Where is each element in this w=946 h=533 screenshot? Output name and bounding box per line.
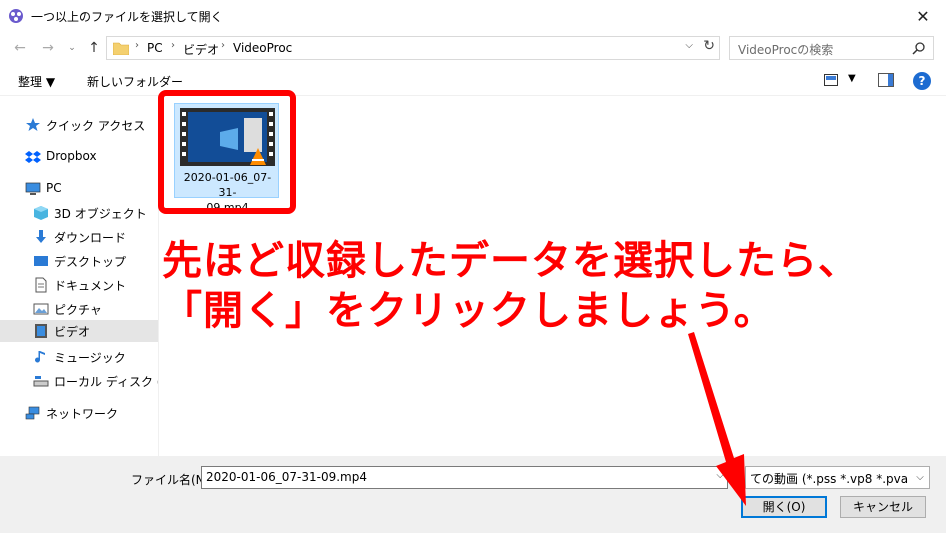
filename-value: 2020-01-06_07-31-09.mp4 bbox=[206, 470, 367, 484]
nav-item-pc[interactable]: PC bbox=[0, 178, 158, 200]
nav-label: ミュージック bbox=[54, 351, 126, 365]
app-icon bbox=[9, 9, 23, 23]
disk-icon bbox=[33, 376, 49, 387]
search-input[interactable]: VideoProcの検索 bbox=[729, 36, 934, 60]
chevron-right-icon[interactable]: › bbox=[171, 40, 175, 51]
chevron-right-icon[interactable]: › bbox=[221, 40, 225, 51]
nav-item-music[interactable]: ミュージック bbox=[0, 346, 158, 368]
nav-label: Dropbox bbox=[46, 149, 97, 163]
nav-label: 3D オブジェクト bbox=[54, 207, 147, 221]
title-bar: 一つ以上のファイルを選択して開く ✕ bbox=[0, 0, 946, 32]
close-button[interactable]: ✕ bbox=[900, 0, 946, 32]
search-icon[interactable] bbox=[912, 41, 926, 55]
annotation-line: 「開く」をクリックしましょう。 bbox=[162, 288, 775, 334]
download-icon bbox=[36, 230, 46, 243]
organize-button[interactable]: 整理 ▼ bbox=[18, 73, 55, 90]
address-bar[interactable]: › PC › ビデオ › VideoProc ⌵ ↻ bbox=[106, 36, 720, 60]
nav-label: ネットワーク bbox=[46, 407, 119, 421]
recent-locations-icon[interactable]: ⌄ bbox=[62, 38, 82, 58]
desktop-icon bbox=[34, 256, 48, 266]
nav-item-network[interactable]: ネットワーク bbox=[0, 402, 158, 424]
nav-item-dropbox[interactable]: Dropbox bbox=[0, 146, 158, 168]
nav-item-local-disk[interactable]: ローカル ディスク (C:) bbox=[0, 370, 179, 392]
nav-item-downloads[interactable]: ダウンロード bbox=[0, 226, 158, 248]
video-icon bbox=[35, 324, 47, 338]
chevron-right-icon[interactable]: › bbox=[135, 40, 139, 51]
filetype-select[interactable]: ての動画 (*.pss *.vp8 *.pva *.t ⌵ bbox=[745, 466, 930, 489]
arrow-annotation bbox=[688, 332, 746, 506]
network-icon bbox=[25, 406, 40, 420]
navigation-pane: クイック アクセス Dropbox PC 3D オブジェクト ダウンロード デス… bbox=[0, 100, 179, 456]
filetype-value: ての動画 (*.pss *.vp8 *.pva *.t bbox=[750, 472, 927, 486]
picture-icon bbox=[33, 303, 49, 315]
dialog-footer: ファイル名(N): 2020-01-06_07-31-09.mp4 ⌵ ての動画… bbox=[0, 456, 946, 533]
nav-item-videos[interactable]: ビデオ bbox=[0, 320, 158, 342]
nav-item-3d-objects[interactable]: 3D オブジェクト bbox=[0, 202, 158, 224]
breadcrumb-pc[interactable]: PC bbox=[147, 41, 163, 55]
window-title: 一つ以上のファイルを選択して開く bbox=[31, 10, 223, 24]
view-options-icon[interactable] bbox=[824, 74, 838, 86]
document-icon bbox=[35, 277, 47, 293]
nav-label: ドキュメント bbox=[54, 279, 127, 293]
preview-pane-icon[interactable] bbox=[878, 73, 894, 87]
folder-icon bbox=[113, 42, 129, 55]
music-icon bbox=[35, 351, 45, 363]
highlight-annotation-box bbox=[158, 90, 296, 214]
star-icon bbox=[26, 118, 40, 131]
nav-label: ピクチャ bbox=[54, 303, 102, 317]
breadcrumb-videoproc[interactable]: VideoProc bbox=[233, 41, 292, 55]
new-folder-button[interactable]: 新しいフォルダー bbox=[87, 73, 183, 90]
nav-label: デスクトップ bbox=[54, 255, 127, 269]
instruction-annotation: 先ほど収録したデータを選択したら、 「開く」をクリックしましょう。 bbox=[162, 236, 859, 336]
chevron-down-icon[interactable]: ⌵ bbox=[911, 467, 929, 488]
nav-label: PC bbox=[46, 181, 62, 195]
help-icon[interactable]: ? bbox=[913, 72, 931, 90]
chevron-down-icon[interactable]: ⌵ bbox=[685, 40, 693, 51]
cancel-button[interactable]: キャンセル bbox=[840, 496, 926, 518]
annotation-line: 先ほど収録したデータを選択したら、 bbox=[162, 238, 859, 284]
nav-item-quick-access[interactable]: クイック アクセス bbox=[0, 114, 158, 136]
back-arrow-icon[interactable]: ← bbox=[10, 38, 30, 58]
forward-arrow-icon[interactable]: → bbox=[38, 38, 58, 58]
refresh-icon[interactable]: ↻ bbox=[703, 38, 715, 54]
toolbar: 整理 ▼ 新しいフォルダー ▼ ? bbox=[0, 66, 946, 96]
dropbox-icon bbox=[25, 151, 41, 163]
breadcrumb-video[interactable]: ビデオ bbox=[183, 41, 219, 58]
nav-item-pictures[interactable]: ピクチャ bbox=[0, 298, 158, 320]
up-arrow-icon[interactable]: ↑ bbox=[84, 38, 104, 58]
search-placeholder: VideoProcの検索 bbox=[738, 43, 834, 57]
nav-item-desktop[interactable]: デスクトップ bbox=[0, 250, 158, 272]
nav-label: ビデオ bbox=[54, 325, 91, 339]
address-row: ← → ⌄ ↑ › PC › ビデオ › VideoProc ⌵ ↻ Video… bbox=[0, 33, 946, 63]
cube-icon bbox=[34, 206, 48, 220]
nav-label: ダウンロード bbox=[54, 231, 127, 245]
filename-field[interactable]: 2020-01-06_07-31-09.mp4 ⌵ bbox=[201, 466, 728, 489]
nav-label: クイック アクセス bbox=[46, 119, 146, 133]
view-dropdown-icon[interactable]: ▼ bbox=[848, 73, 856, 84]
pc-icon bbox=[25, 182, 41, 195]
nav-item-documents[interactable]: ドキュメント bbox=[0, 274, 158, 296]
